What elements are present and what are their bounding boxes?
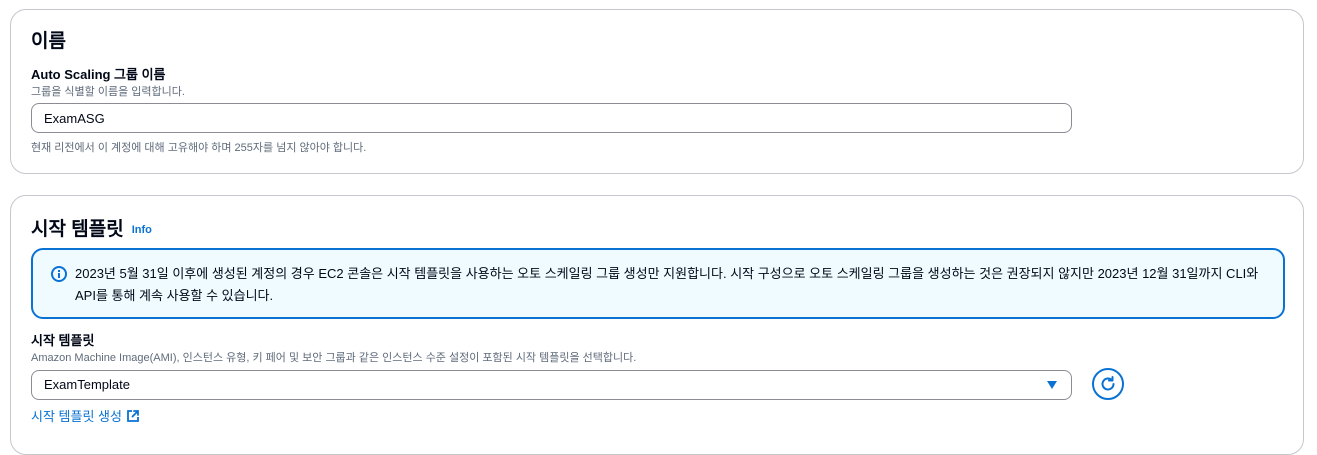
launch-template-description: Amazon Machine Image(AMI), 인스턴스 유형, 키 페어… [31, 352, 637, 364]
alert-message: 2023년 5월 31일 이후에 생성된 계정의 경우 EC2 콘솔은 시작 템… [75, 266, 1259, 303]
launch-template-panel: 시작 템플릿 Info 2023년 5월 31일 이후에 생성된 계정의 경우 E… [10, 195, 1304, 455]
info-link[interactable]: Info [132, 224, 152, 236]
launch-template-heading: 시작 템플릿 Info [31, 214, 152, 241]
external-link-icon [127, 409, 139, 422]
launch-template-label: 시작 템플릿 [31, 333, 95, 348]
refresh-icon [1101, 376, 1115, 391]
asg-name-input[interactable] [31, 103, 1072, 133]
name-section-title: 이름 [31, 31, 66, 52]
refresh-button[interactable] [1092, 368, 1124, 400]
launch-template-select[interactable]: ExamTemplate [31, 370, 1072, 400]
asg-name-label: Auto Scaling 그룹 이름 [31, 67, 166, 82]
info-alert: 2023년 5월 31일 이후에 생성된 계정의 경우 EC2 콘솔은 시작 템… [31, 248, 1285, 319]
launch-template-section-title: 시작 템플릿 [31, 219, 124, 240]
asg-name-constraint: 현재 리전에서 이 계정에 대해 고유해야 하며 255자를 넘지 않아야 합니… [31, 142, 367, 154]
asg-name-description: 그룹을 식별할 이름을 입력합니다. [31, 86, 185, 98]
name-panel: 이름 Auto Scaling 그룹 이름 그룹을 식별할 이름을 입력합니다.… [10, 9, 1304, 174]
create-launch-template-label: 시작 템플릿 생성 [31, 409, 122, 424]
info-circle-icon [51, 266, 67, 282]
caret-down-icon [1047, 381, 1057, 389]
launch-template-selected-value: ExamTemplate [44, 377, 130, 392]
create-launch-template-link[interactable]: 시작 템플릿 생성 [31, 406, 140, 425]
